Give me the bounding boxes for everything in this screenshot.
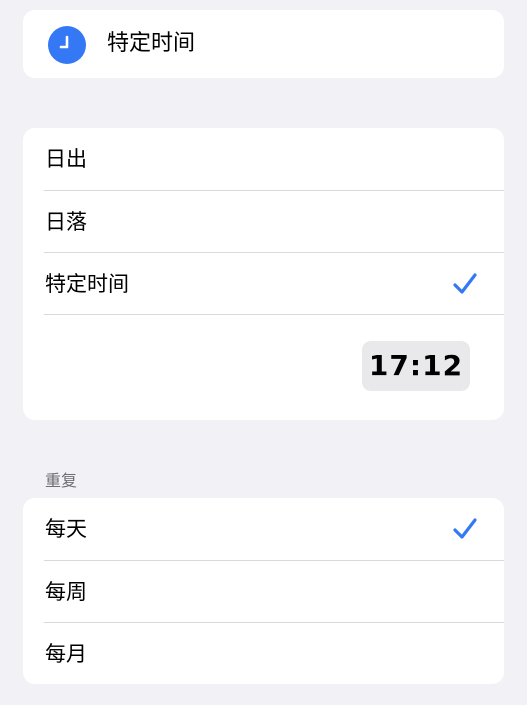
clock-icon <box>48 26 86 64</box>
option-sunrise[interactable]: 日出 <box>23 128 504 190</box>
option-sunset[interactable]: 日落 <box>23 191 504 253</box>
repeat-option-weekly-label: 每周 <box>45 580 87 604</box>
option-specific-time[interactable]: 特定时间 <box>23 253 504 315</box>
checkmark-icon <box>453 273 477 294</box>
repeat-card: 每天 每周 每月 <box>23 498 504 684</box>
repeat-option-daily-label: 每天 <box>45 517 87 541</box>
repeat-option-monthly[interactable]: 每月 <box>23 623 504 684</box>
option-specific-time-label: 特定时间 <box>45 272 129 296</box>
time-picker-button[interactable]: 17:12 <box>362 341 470 391</box>
divider <box>44 314 504 315</box>
option-sunset-label: 日落 <box>45 210 87 234</box>
repeat-section-title: 重复 <box>45 471 78 490</box>
time-trigger-card: 日出 日落 特定时间 17:12 <box>23 128 504 420</box>
repeat-option-monthly-label: 每月 <box>45 642 87 666</box>
repeat-option-weekly[interactable]: 每周 <box>23 561 504 623</box>
repeat-option-daily[interactable]: 每天 <box>23 498 504 560</box>
automation-header-card: 特定时间 <box>23 10 504 78</box>
option-sunrise-label: 日出 <box>45 147 87 171</box>
header-title: 特定时间 <box>107 31 196 56</box>
checkmark-icon <box>453 518 477 539</box>
